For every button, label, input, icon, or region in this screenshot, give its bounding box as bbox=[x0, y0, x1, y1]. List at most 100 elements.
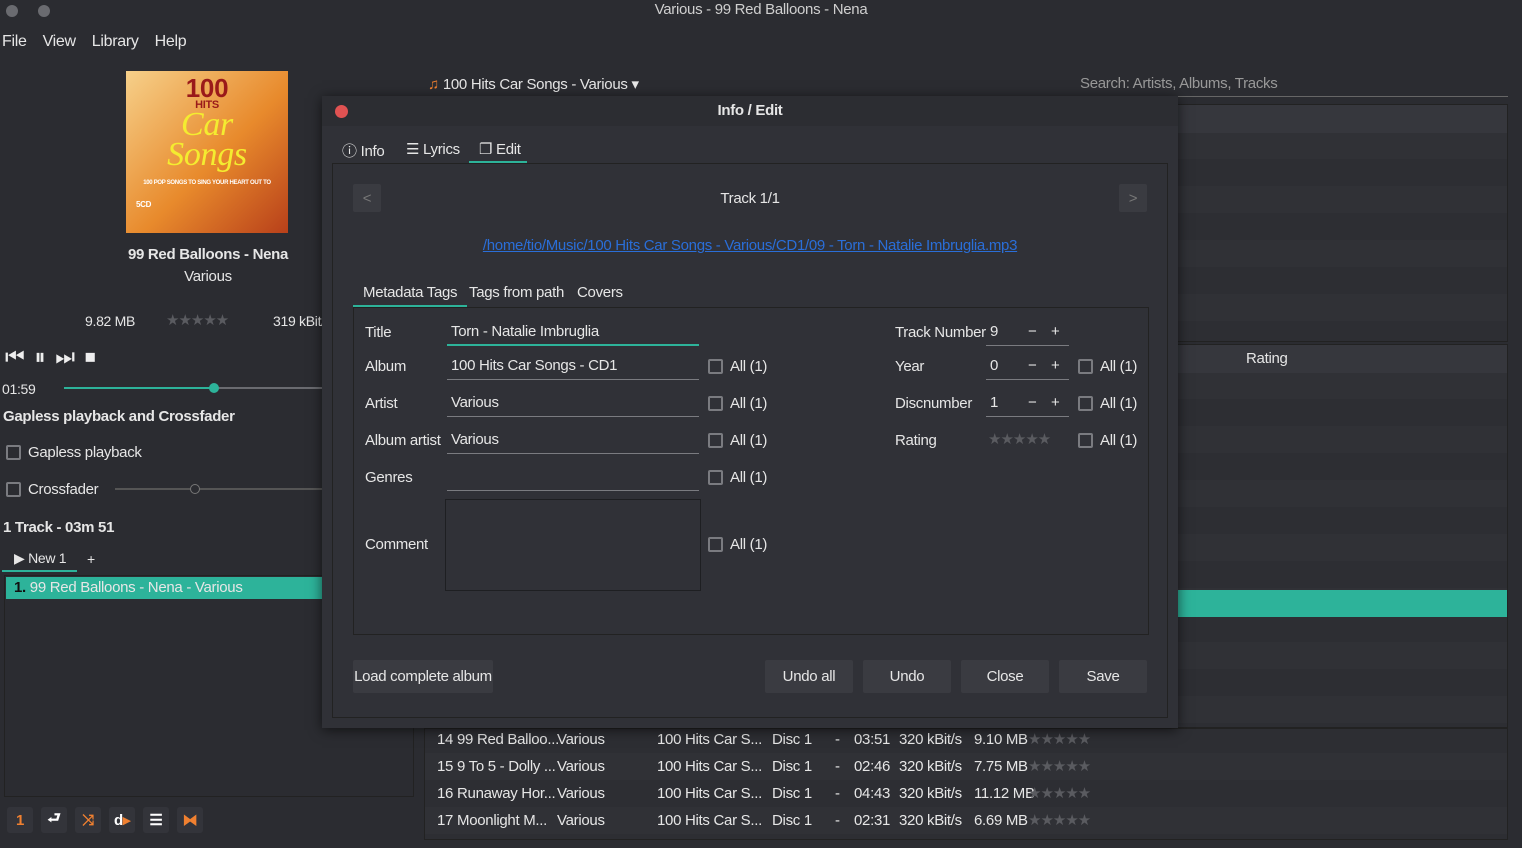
genres-input[interactable] bbox=[447, 465, 699, 491]
discnumber-spinbox[interactable]: 1− + bbox=[986, 391, 1069, 417]
info-icon: ⓘ bbox=[342, 143, 357, 160]
crossfader-slider[interactable] bbox=[115, 484, 322, 494]
title-label: Title bbox=[365, 324, 392, 341]
album-cover[interactable]: 100 HITS Car Songs 100 POP SONGS TO SING… bbox=[126, 71, 288, 233]
genres-all-checkbox[interactable]: All (1) bbox=[708, 469, 767, 486]
track-disc: Disc 1 bbox=[772, 812, 812, 829]
track-length: 03:51 bbox=[854, 731, 891, 748]
increment-button[interactable]: + bbox=[1051, 391, 1060, 415]
track-row[interactable]: 16 Runaway Hor... Various 100 Hits Car S...… bbox=[425, 780, 1507, 807]
track-num: 14 bbox=[437, 731, 454, 748]
track-list-right[interactable]: Rating bbox=[1170, 344, 1508, 728]
selected-track-row[interactable] bbox=[1171, 590, 1507, 617]
track-row[interactable]: 17 Moonlight M... Various 100 Hits Car S...… bbox=[425, 807, 1507, 834]
comment-all-checkbox[interactable]: All (1) bbox=[708, 536, 767, 553]
checkbox-icon[interactable] bbox=[6, 482, 21, 497]
track-number-label: Track Number bbox=[895, 324, 986, 341]
save-button[interactable]: Save bbox=[1059, 660, 1147, 693]
album-artist-all-checkbox[interactable]: All (1) bbox=[708, 432, 767, 449]
column-header-rating[interactable]: Rating bbox=[1171, 345, 1507, 373]
menu-library[interactable]: Library bbox=[92, 33, 139, 50]
decrement-button[interactable]: − bbox=[1028, 320, 1037, 344]
bitrate: 319 kBit/s bbox=[273, 313, 322, 329]
tab-lyrics[interactable]: ☰ Lyrics bbox=[406, 140, 460, 158]
artist-input[interactable]: Various bbox=[447, 391, 699, 417]
pause-icon[interactable]: ⏸ bbox=[35, 344, 46, 370]
close-button[interactable]: Close bbox=[961, 660, 1049, 693]
track-number-spinbox[interactable]: 9− + bbox=[986, 320, 1069, 346]
rating-stars[interactable]: ★★★★★ bbox=[988, 430, 1051, 448]
track-size: 7.75 MB bbox=[974, 758, 1028, 775]
shuffle-icon[interactable]: ⤨ bbox=[75, 807, 101, 833]
subtab-tags-from-path[interactable]: Tags from path bbox=[469, 284, 564, 301]
dynamic-playback-icon[interactable]: d ▸ bbox=[109, 807, 135, 833]
album-selector[interactable]: ♫ 100 Hits Car Songs - Various ▾ bbox=[428, 75, 639, 93]
tab-edit[interactable]: ❐ Edit bbox=[469, 136, 527, 163]
dialog-close-button[interactable] bbox=[335, 105, 348, 118]
album-artist-input[interactable]: Various bbox=[447, 428, 699, 454]
year-spinbox[interactable]: 0− + bbox=[986, 354, 1069, 380]
previous-icon[interactable]: ⏮ bbox=[5, 344, 25, 370]
edit-icon: ❐ bbox=[479, 141, 493, 158]
undo-all-button[interactable]: Undo all bbox=[765, 660, 853, 693]
rating-label: Rating bbox=[895, 432, 937, 449]
rating-stars[interactable]: ★★★★★ bbox=[1028, 753, 1091, 780]
track-bitrate: 320 kBit/s bbox=[899, 758, 962, 775]
menu-help[interactable]: Help bbox=[155, 33, 187, 50]
crossfader-checkbox[interactable]: Crossfader bbox=[6, 481, 99, 498]
track-artist: Various bbox=[557, 758, 605, 775]
append-list-icon[interactable]: ☰ bbox=[143, 807, 169, 833]
menu-file[interactable]: File bbox=[2, 33, 27, 50]
playlist-tab[interactable]: ▶ New 1 bbox=[2, 546, 77, 572]
disc-all-checkbox[interactable]: All (1) bbox=[1078, 395, 1137, 412]
rating-stars[interactable]: ★★★★★ bbox=[1028, 807, 1091, 834]
track-bitrate: 320 kBit/s bbox=[899, 785, 962, 802]
increment-button[interactable]: + bbox=[1051, 354, 1060, 378]
track-row[interactable]: 15 9 To 5 - Dolly ... Various 100 Hits Car … bbox=[425, 753, 1507, 780]
track-length: 02:46 bbox=[854, 758, 891, 775]
stop-icon[interactable]: ⏹ bbox=[85, 344, 96, 370]
load-complete-album-button[interactable]: Load complete album bbox=[353, 660, 493, 693]
track-size: 9.10 MB bbox=[974, 731, 1028, 748]
menu-bar: File View Library Help bbox=[2, 33, 202, 51]
album-label: Album bbox=[365, 358, 407, 375]
decrement-button[interactable]: − bbox=[1028, 354, 1037, 378]
subtab-covers[interactable]: Covers bbox=[577, 284, 623, 301]
track-year: - bbox=[835, 758, 840, 775]
current-time: 01:59 bbox=[2, 381, 36, 397]
album-list[interactable] bbox=[1170, 104, 1508, 342]
gapless-icon[interactable]: ⧓ bbox=[177, 807, 203, 833]
checkbox-icon[interactable] bbox=[6, 445, 21, 460]
track-bitrate: 320 kBit/s bbox=[899, 812, 962, 829]
repeat-all-icon[interactable]: ⮐ bbox=[41, 807, 67, 833]
comment-textarea[interactable] bbox=[445, 499, 701, 591]
tab-info[interactable]: ⓘ Info bbox=[342, 140, 385, 161]
rating-stars[interactable]: ★★★★★ bbox=[166, 311, 229, 329]
rating-stars[interactable]: ★★★★★ bbox=[1028, 780, 1091, 807]
rating-stars[interactable]: ★★★★★ bbox=[1028, 726, 1091, 753]
artist-all-checkbox[interactable]: All (1) bbox=[708, 395, 767, 412]
next-icon[interactable]: ⏭ bbox=[55, 344, 75, 370]
album-all-checkbox[interactable]: All (1) bbox=[708, 358, 767, 375]
now-playing-artist: Various bbox=[184, 268, 232, 285]
album-input[interactable]: 100 Hits Car Songs - CD1 bbox=[447, 354, 699, 380]
album-artist-label: Album artist bbox=[365, 432, 441, 449]
track-album: 100 Hits Car S... bbox=[657, 731, 762, 748]
rating-all-checkbox[interactable]: All (1) bbox=[1078, 432, 1137, 449]
file-path-link[interactable]: /home/tio/Music/100 Hits Car Songs - Var… bbox=[333, 237, 1167, 254]
undo-button[interactable]: Undo bbox=[863, 660, 951, 693]
year-label: Year bbox=[895, 358, 925, 375]
add-playlist-button[interactable]: + bbox=[87, 551, 95, 567]
subtab-metadata[interactable]: Metadata Tags bbox=[353, 280, 468, 307]
gapless-checkbox[interactable]: Gapless playback bbox=[6, 444, 142, 461]
track-row[interactable]: 14 99 Red Balloo... Various 100 Hits Car S.… bbox=[425, 726, 1507, 753]
year-all-checkbox[interactable]: All (1) bbox=[1078, 358, 1137, 375]
seek-slider[interactable] bbox=[64, 383, 322, 393]
repeat-one-icon[interactable]: 1 bbox=[7, 807, 33, 833]
decrement-button[interactable]: − bbox=[1028, 391, 1037, 415]
artist-label: Artist bbox=[365, 395, 398, 412]
title-input[interactable]: Torn - Natalie Imbruglia bbox=[447, 320, 699, 346]
increment-button[interactable]: + bbox=[1051, 320, 1060, 344]
search-input[interactable]: Search: Artists, Albums, Tracks bbox=[1080, 75, 1508, 97]
menu-view[interactable]: View bbox=[43, 33, 77, 50]
